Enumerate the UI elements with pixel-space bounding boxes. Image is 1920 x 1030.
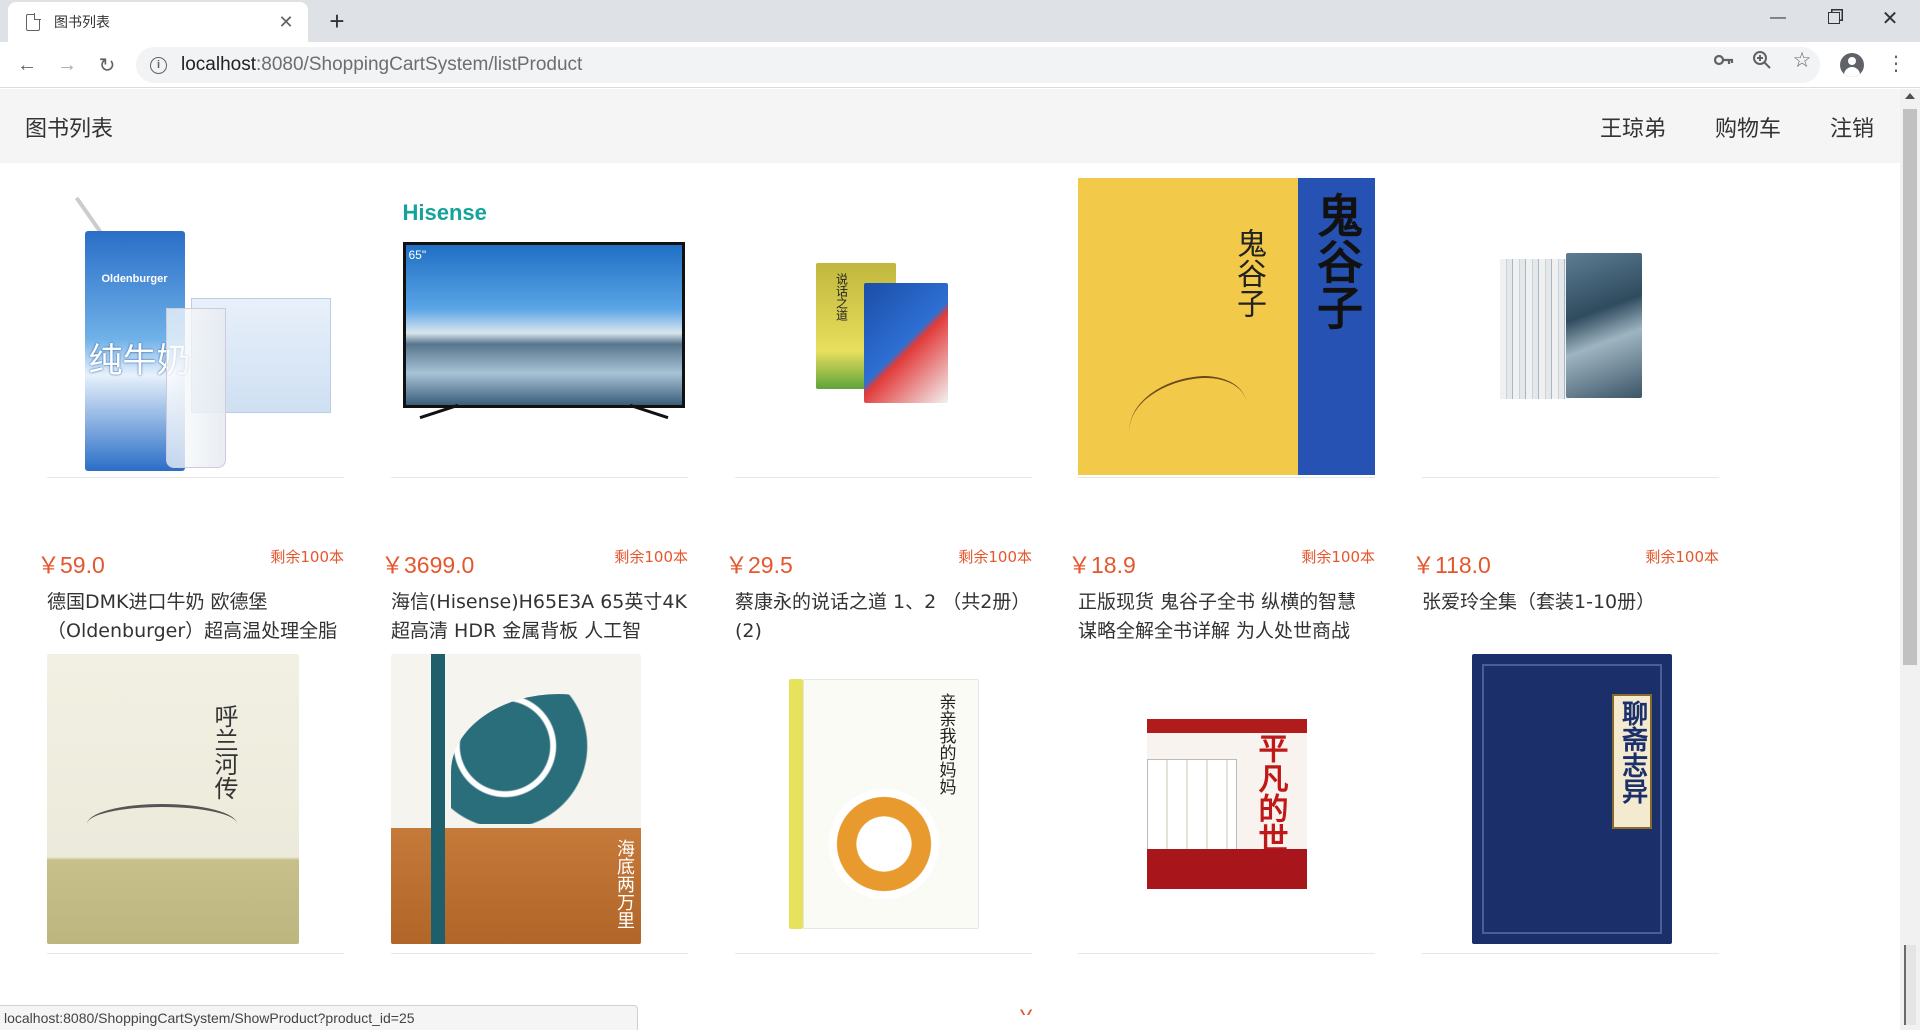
- product-art-text: 聊斋志异: [1617, 700, 1648, 804]
- page-viewport: 图书列表 王琼弟 购物车 注销 Oldenburger 纯牛奶 ￥59.0 剩余…: [0, 89, 1900, 1030]
- nav-user[interactable]: 王琼弟: [1600, 111, 1666, 143]
- product-art-text: 说话之道: [834, 272, 849, 321]
- product-image[interactable]: 平凡的世界: [1078, 654, 1375, 954]
- key-icon[interactable]: [1712, 49, 1736, 71]
- product-stock: 剩余100本: [270, 548, 344, 566]
- forward-button[interactable]: →: [52, 50, 82, 80]
- product-image[interactable]: Hisense 65": [391, 178, 688, 478]
- nav-logout[interactable]: 注销: [1830, 111, 1874, 143]
- product-image[interactable]: 呼兰河传: [47, 654, 344, 954]
- product-price: ￥3699.0: [381, 552, 475, 578]
- page-scrollbar[interactable]: [1900, 89, 1920, 1030]
- nav-cart[interactable]: 购物车: [1715, 111, 1781, 143]
- product-stock: 剩余100本: [958, 548, 1032, 566]
- document-icon: [26, 12, 41, 31]
- product-image[interactable]: 鬼谷子 鬼谷子: [1078, 178, 1375, 478]
- new-tab-button[interactable]: +: [322, 6, 352, 37]
- zoom-icon[interactable]: [1750, 49, 1774, 71]
- scroll-up-arrow-icon[interactable]: [1905, 93, 1915, 99]
- product-price: ￥18.9: [1068, 552, 1136, 578]
- tab-title: 图书列表: [54, 15, 110, 31]
- restore-button[interactable]: [1806, 0, 1862, 36]
- browser-toolbar: ← → ↻ i localhost:8080/ShoppingCartSyste…: [0, 42, 1920, 88]
- product-title[interactable]: 张爱玲全集（套装1-10册）: [1422, 588, 1719, 646]
- profile-avatar-icon[interactable]: [1840, 53, 1864, 77]
- restore-icon: [1828, 12, 1840, 24]
- product-art-text: 呼兰河传: [210, 704, 238, 800]
- product-stock: 剩余100本: [614, 548, 688, 566]
- status-url: localhost:8080/ShoppingCartSystem/ShowPr…: [0, 1005, 638, 1030]
- scroll-thumb[interactable]: [1903, 109, 1917, 665]
- site-brand[interactable]: 图书列表: [25, 111, 113, 143]
- tab-close-icon[interactable]: ✕: [276, 12, 296, 33]
- product-title[interactable]: 蔡康永的说话之道 1、2 （共2册）(2): [735, 588, 1032, 646]
- partial-price: ¥ 29.9: [1020, 1005, 1070, 1015]
- product-stock: 剩余100本: [1301, 548, 1375, 566]
- back-button[interactable]: ←: [12, 50, 42, 80]
- product-size-text: 65": [408, 247, 427, 262]
- product-price: ￥118.0: [1412, 552, 1491, 578]
- product-art-text: 海底两万里: [614, 839, 635, 929]
- product-title[interactable]: 德国DMK进口牛奶 欧德堡（Oldenburger）超高温处理全脂: [47, 588, 344, 646]
- close-window-button[interactable]: ✕: [1862, 0, 1918, 36]
- bookmark-star-icon[interactable]: ☆: [1790, 49, 1814, 72]
- product-price: ￥29.5: [725, 552, 793, 578]
- browser-tab-bar: 图书列表 ✕ + ― ✕: [0, 0, 1920, 42]
- product-image[interactable]: 说话之道: [735, 178, 1032, 478]
- product-art-text: 鬼谷子: [1231, 228, 1266, 318]
- product-brand-text: Oldenburger: [101, 272, 168, 285]
- product-image[interactable]: 亲亲我的妈妈: [735, 654, 1032, 954]
- url-host: localhost: [181, 54, 256, 75]
- product-image[interactable]: 海底两万里: [391, 654, 688, 954]
- minimize-button[interactable]: ―: [1750, 0, 1806, 36]
- browser-tab[interactable]: 图书列表 ✕: [8, 2, 308, 42]
- product-brand-text: Hisense: [402, 199, 487, 225]
- reload-button[interactable]: ↻: [92, 50, 122, 80]
- site-header: 图书列表 王琼弟 购物车 注销: [0, 89, 1900, 163]
- product-price: ￥59.0: [37, 552, 105, 578]
- product-title[interactable]: 海信(Hisense)H65E3A 65英寸4K超高清 HDR 金属背板 人工智: [391, 588, 688, 646]
- product-image[interactable]: [1422, 178, 1719, 478]
- browser-menu-icon[interactable]: ⋮: [1886, 54, 1906, 74]
- product-title[interactable]: 正版现货 鬼谷子全书 纵横的智慧谋略全解全书详解 为人处世商战: [1078, 588, 1375, 646]
- product-image[interactable]: Oldenburger 纯牛奶: [47, 178, 344, 478]
- product-image[interactable]: 聊斋志异: [1422, 654, 1719, 954]
- url-path: :8080/ShoppingCartSystem/listProduct: [256, 54, 583, 75]
- scroll-indicator: [1904, 945, 1916, 1025]
- product-art-text: 亲亲我的妈妈: [935, 692, 956, 795]
- address-bar[interactable]: i localhost:8080/ShoppingCartSystem/list…: [136, 47, 1820, 83]
- info-icon[interactable]: i: [150, 56, 167, 74]
- product-stock: 剩余100本: [1645, 548, 1719, 566]
